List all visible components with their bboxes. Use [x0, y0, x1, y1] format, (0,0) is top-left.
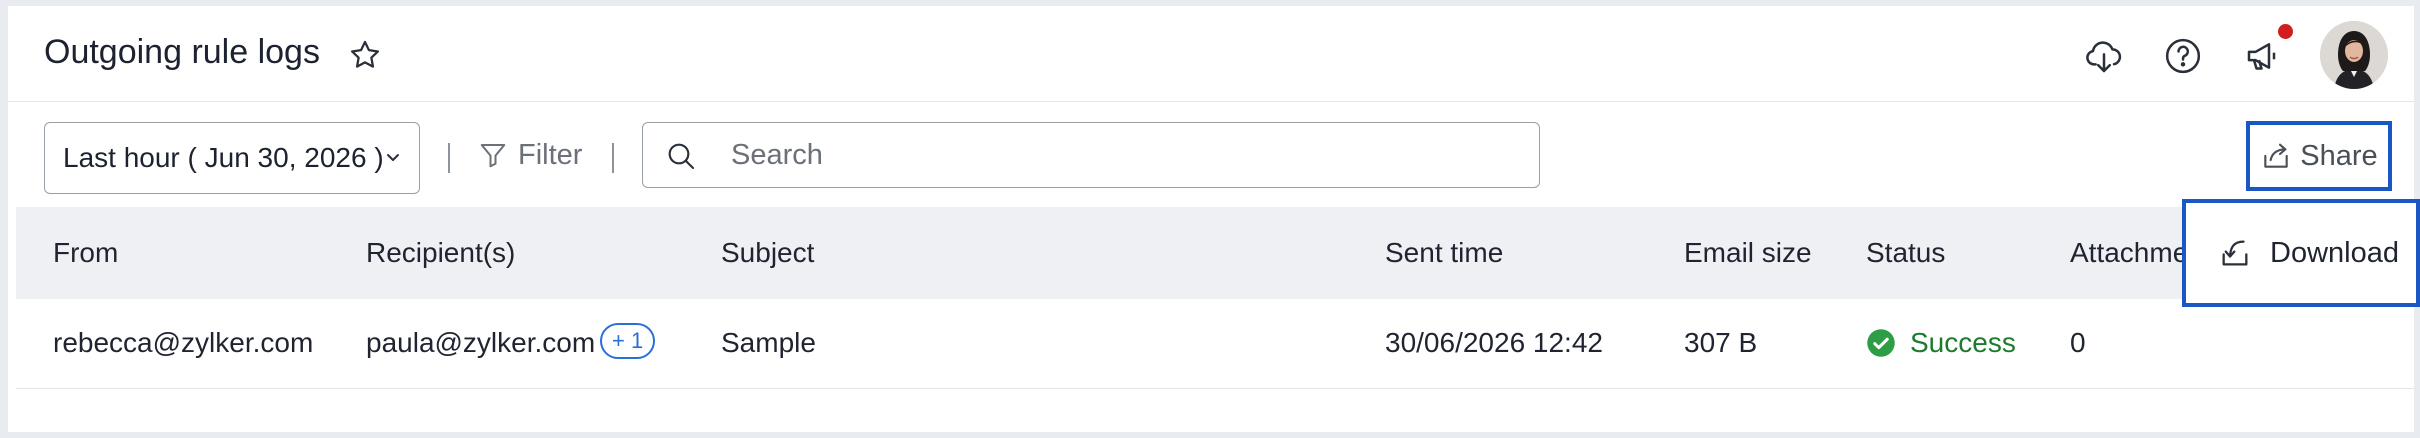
column-header-sent-time[interactable]: Sent time	[1385, 237, 1503, 269]
chevron-down-icon	[387, 154, 399, 161]
column-header-status[interactable]: Status	[1866, 237, 1945, 269]
cell-from: rebecca@zylker.com	[53, 327, 314, 358]
download-label: Download	[2270, 236, 2399, 269]
toolbar: Last hour ( Jun 30, 2026 ) Filter Search…	[8, 103, 2414, 207]
cell-subject: Sample	[721, 327, 816, 358]
cell-sent-time: 30/06/2026 12:42	[1385, 327, 1603, 358]
check-circle-icon	[1867, 329, 1895, 357]
search-icon	[668, 143, 695, 170]
star-icon[interactable]	[348, 38, 382, 72]
column-header-attachments[interactable]: Attachme	[2070, 237, 2188, 269]
help-icon[interactable]	[2163, 36, 2203, 76]
announcement-icon[interactable]	[2244, 36, 2284, 76]
cell-recipients: paula@zylker.com	[366, 327, 596, 358]
toolbar-divider	[448, 143, 450, 173]
search-input[interactable]	[731, 133, 1511, 177]
download-icon	[2222, 240, 2248, 266]
share-button[interactable]: Share	[2246, 121, 2392, 191]
share-label: Share	[2300, 139, 2378, 172]
notification-dot	[2278, 24, 2293, 39]
avatar[interactable]	[2320, 21, 2388, 89]
time-range-label: Last hour ( Jun 30, 2026 )	[63, 142, 384, 173]
filter-icon	[480, 144, 506, 168]
page-title: Outgoing rule logs	[44, 33, 320, 71]
time-range-select[interactable]: Last hour ( Jun 30, 2026 )	[44, 122, 420, 194]
cloud-download-icon[interactable]	[2084, 36, 2124, 76]
column-header-subject[interactable]: Subject	[721, 237, 814, 269]
app-frame: Outgoing rule logs Last hour (Jun 30, 2…	[8, 6, 2420, 432]
column-header-email-size[interactable]: Email size	[1684, 237, 1812, 269]
page-header: Outgoing rule logs	[8, 6, 2414, 102]
status-badge: Success	[1866, 327, 2016, 359]
download-menu-item[interactable]: Download	[2182, 199, 2420, 307]
share-icon	[2264, 143, 2289, 168]
column-header-recipients[interactable]: Recipient(s)	[366, 237, 515, 269]
cell-email-size: 307 B	[1684, 327, 1758, 358]
table-header: From Recipient(s) Subject Sent time Emai…	[16, 207, 2414, 299]
search-box	[642, 122, 1540, 188]
toolbar-divider	[612, 143, 614, 173]
table-row[interactable]: rebecca@zylker.com paula@zylker.com + 1 …	[16, 299, 2414, 389]
status-text: Success	[1910, 327, 2016, 358]
cell-attachments: 0	[2070, 327, 2086, 358]
filter-label: Filter	[518, 138, 583, 171]
filter-button[interactable]: Filter	[478, 133, 582, 177]
column-header-from[interactable]: From	[53, 237, 118, 269]
extra-recipients-badge[interactable]: + 1	[600, 323, 656, 359]
